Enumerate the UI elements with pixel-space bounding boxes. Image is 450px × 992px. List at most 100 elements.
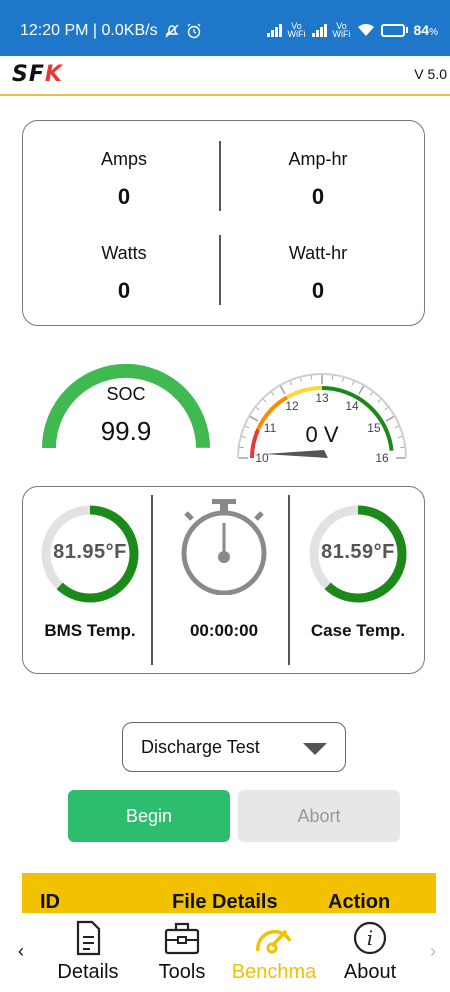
voltage-tick — [394, 425, 399, 429]
nav-label-details: Details — [57, 961, 119, 983]
voltage-tick — [331, 375, 334, 380]
amp-hr-label: Amp-hr — [288, 149, 348, 169]
voltage-tick — [342, 377, 344, 382]
nav-item-details[interactable]: Details — [40, 919, 136, 984]
watt-hr-value: 0 — [311, 278, 325, 303]
voltage-tick — [398, 436, 403, 438]
signal-icon — [266, 23, 282, 37]
watts-value: 0 — [117, 278, 131, 303]
timer-value: 00:00:00 — [189, 621, 259, 640]
voltage-tick — [310, 375, 313, 380]
voltage-tick — [289, 381, 293, 386]
amps-value: 0 — [117, 184, 131, 209]
voltage-tick — [241, 436, 246, 438]
begin-button[interactable]: Begin — [68, 790, 230, 842]
divider — [151, 495, 153, 665]
voltage-tick-label: 16 — [375, 451, 389, 462]
scroll-left-icon[interactable]: ‹ — [18, 941, 24, 962]
bms-temp-label: BMS Temp. — [44, 621, 136, 640]
voltage-tick-label: 12 — [285, 399, 299, 413]
watts-stat: Watts 0 — [29, 243, 219, 304]
vowifi-tag: Vo WiFi — [287, 21, 306, 39]
divider — [288, 495, 290, 665]
voltage-tick — [239, 446, 244, 449]
column-header-action: Action — [328, 891, 391, 913]
column-header-id: ID — [40, 891, 60, 913]
nav-label-about: About — [343, 961, 397, 983]
test-type-dropdown[interactable]: Discharge Test — [122, 722, 346, 772]
nav-label-tools: Tools — [158, 961, 206, 983]
voltage-tick — [245, 425, 250, 429]
sfk-logo: SFK — [12, 62, 63, 87]
voltage-tick — [385, 415, 395, 422]
app-header: SFK V 5.0 — [0, 56, 450, 96]
voltage-tick-label: 11 — [264, 421, 277, 435]
vowifi-tag: Vo WiFi — [332, 21, 351, 39]
soc-label: SOC — [106, 384, 145, 404]
voltage-tick — [263, 399, 267, 403]
voltage-tick-label: 10 — [255, 451, 269, 462]
status-left: 12:20 PM | 0.0KB/s — [20, 22, 202, 40]
power-stats-card: Amps 0 Amp-hr 0 Watts 0 Watt-hr 0 — [22, 120, 425, 326]
voltage-tick — [300, 377, 302, 382]
nav-item-about[interactable]: i About — [322, 919, 418, 984]
voltage-needle — [264, 450, 328, 458]
voltage-tick — [255, 407, 260, 411]
bms-temp-cell: 81.95°F BMS Temp. — [23, 487, 157, 673]
amp-hr-stat: Amp-hr 0 — [223, 149, 413, 210]
amps-stat: Amps 0 — [29, 149, 219, 210]
status-bar: 12:20 PM | 0.0KB/s Vo WiFi Vo WiFi 84% — [0, 0, 450, 56]
status-time: 12:20 PM | 0.0KB/s — [20, 22, 158, 39]
nav-label-benchmark: Benchma — [231, 961, 317, 983]
nav-item-benchmark[interactable]: Benchma — [226, 919, 322, 984]
bms-temp-value: 81.95°F — [53, 541, 127, 563]
amp-hr-value: 0 — [311, 184, 325, 209]
timer-cell: 00:00:00 — [157, 487, 291, 673]
watt-hr-label: Watt-hr — [288, 243, 348, 263]
voltage-tick — [271, 391, 275, 396]
case-temp-cell: 81.59°F Case Temp. — [291, 487, 425, 673]
wifi-icon — [357, 23, 374, 36]
battery-percent: 84 — [413, 22, 430, 38]
document-icon — [76, 920, 101, 956]
battery-unit: % — [429, 27, 438, 38]
voltage-tick — [358, 385, 365, 395]
mute-icon — [164, 24, 179, 38]
divider — [219, 235, 221, 305]
app-version: V 5.0 — [414, 66, 447, 82]
voltage-tick-label: 15 — [367, 421, 381, 435]
voltage-tick — [377, 399, 381, 403]
signal-icon — [311, 23, 327, 37]
svg-text:i: i — [367, 926, 373, 950]
column-header-file-details: File Details — [172, 891, 278, 913]
test-type-value: Discharge Test — [141, 737, 260, 757]
voltage-tick — [369, 391, 373, 396]
status-right: Vo WiFi Vo WiFi 84% — [266, 21, 438, 39]
voltage-tick — [400, 446, 405, 449]
voltage-tick-label: 13 — [315, 391, 329, 405]
watt-hr-stat: Watt-hr 0 — [223, 243, 413, 304]
info-icon: i — [353, 921, 387, 955]
bottom-nav: ‹ Details Tools Benchma i About › — [0, 913, 450, 992]
case-temp-label: Case Temp. — [310, 621, 406, 640]
amps-label: Amps — [100, 149, 147, 169]
voltage-tick-label: 14 — [345, 399, 359, 413]
divider — [219, 141, 221, 211]
voltage-tick — [279, 385, 286, 395]
watts-label: Watts — [101, 243, 147, 263]
temperature-card: 81.95°F BMS Temp. 00:00:00 81.59°F Case … — [22, 486, 425, 674]
abort-button[interactable]: Abort — [238, 790, 400, 842]
case-temp-value: 81.59°F — [321, 541, 395, 563]
voltage-tick — [351, 381, 355, 386]
voltage-tick — [384, 407, 389, 411]
chevron-down-icon — [303, 743, 327, 755]
soc-gauge: SOC 99.9 — [42, 363, 210, 449]
nav-item-tools[interactable]: Tools — [134, 919, 230, 984]
speedometer-icon — [256, 929, 292, 954]
toolbox-icon — [164, 922, 200, 955]
voltage-value: 0 V — [305, 422, 338, 447]
alarm-icon — [187, 23, 201, 39]
scroll-right-icon[interactable]: › — [430, 941, 436, 962]
stopwatch-icon — [181, 499, 267, 595]
voltage-gauge: 10 11 12 13 14 15 16 0 V — [237, 373, 407, 462]
